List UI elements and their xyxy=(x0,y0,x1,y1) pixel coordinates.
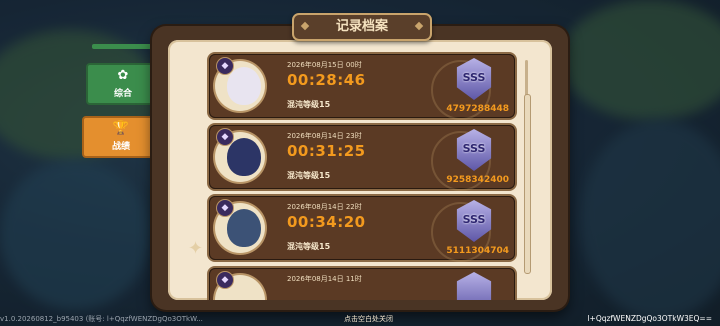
difficulty-emblem-icon: ◆ xyxy=(217,200,233,216)
grade-text: SSS xyxy=(462,71,486,84)
lotus-icon: ✿ xyxy=(117,68,129,83)
record-level: 混沌等级15 xyxy=(287,171,331,180)
tab-general-label: 综合 xyxy=(113,89,132,99)
grade-text: SSS xyxy=(462,142,486,155)
account-id: l+QqzfWENZDgQo3OTkW3EQ== xyxy=(587,314,712,323)
version-info: v1.0.20260812_b95403 (账号: l+QqzfWENZDgQo… xyxy=(0,315,203,323)
tab-general[interactable]: ✿ 综合 xyxy=(86,63,160,105)
record-time: 00:34:20 xyxy=(287,213,366,231)
record-level: 混沌等级15 xyxy=(287,100,331,109)
record-score: 9258342400 xyxy=(446,175,509,185)
record-level: 混沌等级15 xyxy=(287,242,331,251)
record-card-clip: ◆ 2026年08月14日 11时 xyxy=(168,264,552,300)
tab-bar-top xyxy=(92,44,154,49)
record-date: 2026年08月15日 00时 xyxy=(287,61,362,69)
record-time: 00:28:46 xyxy=(287,71,366,89)
record-date: 2026年08月14日 23时 xyxy=(287,132,362,140)
difficulty-emblem-icon: ◆ xyxy=(217,272,233,288)
record-date: 2026年08月14日 22时 xyxy=(287,203,362,211)
character-portrait xyxy=(227,138,261,176)
record-card[interactable]: ◆ 2026年08月14日 11时 xyxy=(209,268,515,300)
record-card[interactable]: ◆ 2026年08月14日 22时 00:34:20 混沌等级15 SSS 51… xyxy=(209,196,515,262)
record-score: 4797288448 xyxy=(446,104,509,114)
sparkle-decoration: ✦ xyxy=(188,238,204,259)
scrollbar-thumb[interactable] xyxy=(524,94,531,274)
panel-title: 记录档案 xyxy=(292,13,432,41)
difficulty-emblem-icon: ◆ xyxy=(217,129,233,145)
record-card[interactable]: ◆ 2026年08月15日 00时 00:28:46 混沌等级15 SSS 47… xyxy=(209,54,515,120)
grade-text: SSS xyxy=(462,213,486,226)
grade-badge-icon xyxy=(456,272,492,300)
character-portrait xyxy=(227,67,261,105)
close-hint: 点击空白处关闭 xyxy=(344,315,393,323)
record-date: 2026年08月14日 11时 xyxy=(287,275,362,283)
tab-record-label: 战绩 xyxy=(111,142,130,152)
record-card[interactable]: ◆ 2026年08月14日 23时 00:31:25 混沌等级15 SSS 92… xyxy=(209,125,515,191)
record-score: 5111304704 xyxy=(446,246,509,256)
character-portrait xyxy=(227,209,261,247)
trophy-icon: 🏆 xyxy=(112,121,130,136)
record-time: 00:31:25 xyxy=(287,142,366,160)
tab-record[interactable]: 🏆 战绩 xyxy=(82,116,160,158)
difficulty-emblem-icon: ◆ xyxy=(217,58,233,74)
